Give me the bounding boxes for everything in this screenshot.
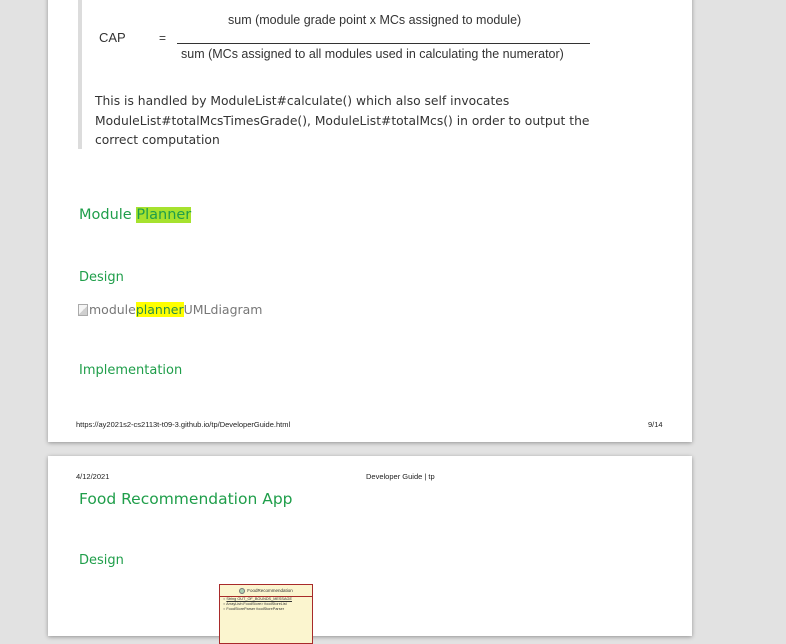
blockquote-bar bbox=[78, 0, 82, 149]
search-highlight-planner-alt: planner bbox=[135, 302, 184, 317]
uml-field-text: String OUT_OF_BOUNDS_MESSAGE bbox=[226, 597, 292, 601]
uml-field: ○ FoodStoreParser foodStoreParser bbox=[223, 607, 284, 611]
formula-fraction-line bbox=[177, 43, 590, 44]
header-title: Developer Guide | tp bbox=[366, 472, 435, 481]
uml-class-box: FoodRecommendation ○ String OUT_OF_BOUND… bbox=[219, 584, 313, 644]
image-alt-suffix: UMLdiagram bbox=[183, 302, 263, 317]
pdf-page-9: sum (module grade point x MCs assigned t… bbox=[48, 0, 692, 442]
formula-equals: = bbox=[159, 31, 167, 45]
footer-page-number: 9/14 bbox=[648, 420, 663, 429]
search-highlight-planner: Planner bbox=[136, 207, 192, 223]
formula-denominator: sum (MCs assigned to all modules used in… bbox=[181, 47, 564, 61]
heading-module-planner: Module Planner bbox=[79, 207, 192, 223]
heading-module-word: Module bbox=[79, 207, 132, 223]
broken-image-uml-diagram: module planner UMLdiagram bbox=[78, 302, 263, 317]
uml-class-name: FoodRecommendation bbox=[247, 588, 293, 593]
class-c-icon bbox=[239, 587, 246, 594]
uml-class-header: FoodRecommendation bbox=[220, 585, 312, 597]
uml-field-text: ArrayList<FoodStore> foodStoreList bbox=[226, 602, 287, 606]
uml-field-text: FoodStoreParser foodStoreParser bbox=[226, 607, 284, 611]
header-date: 4/12/2021 bbox=[76, 472, 110, 481]
heading-design-food: Design bbox=[79, 553, 124, 568]
footer-url: https://ay2021s2-cs2113t-t09-3.github.io… bbox=[76, 420, 291, 429]
broken-image-icon bbox=[78, 303, 88, 316]
formula-lhs: CAP bbox=[99, 30, 126, 45]
heading-implementation: Implementation bbox=[79, 363, 183, 378]
heading-design: Design bbox=[79, 270, 124, 285]
calculation-paragraph: This is handled by ModuleList#calculate(… bbox=[95, 94, 590, 147]
pdf-page-10: 4/12/2021 Developer Guide | tp Food Reco… bbox=[48, 456, 692, 644]
formula-numerator: sum (module grade point x MCs assigned t… bbox=[228, 13, 522, 27]
image-alt-prefix: module bbox=[89, 302, 136, 317]
heading-food-recommendation: Food Recommendation App bbox=[79, 490, 293, 508]
